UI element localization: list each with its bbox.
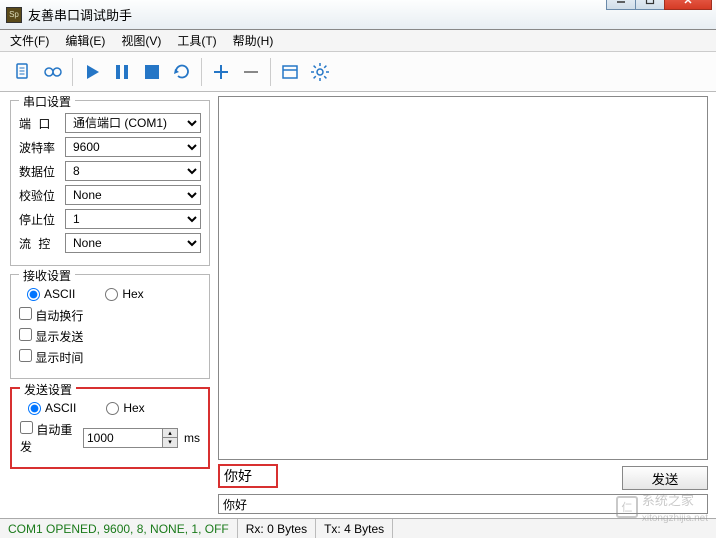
plus-icon[interactable] bbox=[206, 57, 236, 87]
window-icon[interactable] bbox=[275, 57, 305, 87]
interval-spinner[interactable]: ▴▾ bbox=[163, 428, 178, 448]
send-legend: 发送设置 bbox=[20, 381, 76, 398]
autowrap-checkbox[interactable]: 自动换行 bbox=[19, 307, 83, 324]
port-label: 端 口 bbox=[19, 115, 59, 132]
send-echo-input[interactable] bbox=[218, 494, 708, 514]
status-bar: COM1 OPENED, 9600, 8, NONE, 1, OFF Rx: 0… bbox=[0, 518, 716, 538]
stopbits-label: 停止位 bbox=[19, 211, 59, 228]
send-text-input[interactable] bbox=[218, 464, 278, 488]
minimize-button[interactable] bbox=[606, 0, 636, 10]
minus-icon[interactable] bbox=[236, 57, 266, 87]
send-button[interactable]: 发送 bbox=[622, 466, 708, 490]
menu-help[interactable]: 帮助(H) bbox=[229, 30, 278, 51]
recv-ascii-radio[interactable]: ASCII bbox=[27, 287, 75, 301]
record-icon[interactable] bbox=[38, 57, 68, 87]
interval-input[interactable] bbox=[83, 428, 163, 448]
menu-bar: 文件(F) 编辑(E) 视图(V) 工具(T) 帮助(H) bbox=[0, 30, 716, 52]
stopbits-select[interactable]: 1 bbox=[65, 209, 201, 229]
flow-select[interactable]: None bbox=[65, 233, 201, 253]
showtime-checkbox[interactable]: 显示时间 bbox=[19, 349, 83, 366]
serial-settings-group: 串口设置 端 口 通信端口 (COM1) 波特率 9600 数据位 8 校验位 … bbox=[10, 100, 210, 266]
send-hex-radio[interactable]: Hex bbox=[106, 401, 144, 415]
stop-icon[interactable] bbox=[137, 57, 167, 87]
toolbar bbox=[0, 52, 716, 92]
receive-settings-group: 接收设置 ASCII Hex 自动换行 显示发送 显示时间 bbox=[10, 274, 210, 379]
menu-edit[interactable]: 编辑(E) bbox=[61, 30, 109, 51]
menu-view[interactable]: 视图(V) bbox=[117, 30, 165, 51]
interval-unit: ms bbox=[184, 431, 200, 445]
send-ascii-radio[interactable]: ASCII bbox=[28, 401, 76, 415]
recv-legend: 接收设置 bbox=[19, 267, 75, 284]
status-tx: Tx: 4 Bytes bbox=[316, 519, 393, 538]
app-icon: Sp bbox=[6, 7, 22, 23]
databits-select[interactable]: 8 bbox=[65, 161, 201, 181]
status-rx: Rx: 0 Bytes bbox=[238, 519, 316, 538]
autorepeat-checkbox[interactable]: 自动重发 bbox=[20, 421, 77, 455]
play-icon[interactable] bbox=[77, 57, 107, 87]
parity-label: 校验位 bbox=[19, 187, 59, 204]
refresh-icon[interactable] bbox=[167, 57, 197, 87]
recv-hex-radio[interactable]: Hex bbox=[105, 287, 143, 301]
menu-file[interactable]: 文件(F) bbox=[6, 30, 53, 51]
receive-textarea[interactable] bbox=[218, 96, 708, 460]
serial-legend: 串口设置 bbox=[19, 93, 75, 110]
port-select[interactable]: 通信端口 (COM1) bbox=[65, 113, 201, 133]
close-button[interactable] bbox=[664, 0, 712, 10]
pause-icon[interactable] bbox=[107, 57, 137, 87]
settings-gear-icon[interactable] bbox=[305, 57, 335, 87]
flow-label: 流 控 bbox=[19, 235, 59, 252]
status-connection: COM1 OPENED, 9600, 8, NONE, 1, OFF bbox=[0, 519, 238, 538]
maximize-button[interactable] bbox=[635, 0, 665, 10]
window-title: 友善串口调试助手 bbox=[28, 5, 607, 24]
databits-label: 数据位 bbox=[19, 163, 59, 180]
baud-label: 波特率 bbox=[19, 139, 59, 156]
parity-select[interactable]: None bbox=[65, 185, 201, 205]
baud-select[interactable]: 9600 bbox=[65, 137, 201, 157]
title-bar: Sp 友善串口调试助手 bbox=[0, 0, 716, 30]
send-settings-group: 发送设置 ASCII Hex 自动重发 ▴▾ ms bbox=[10, 387, 210, 469]
menu-tools[interactable]: 工具(T) bbox=[173, 30, 220, 51]
showsend-checkbox[interactable]: 显示发送 bbox=[19, 328, 83, 345]
new-file-icon[interactable] bbox=[8, 57, 38, 87]
